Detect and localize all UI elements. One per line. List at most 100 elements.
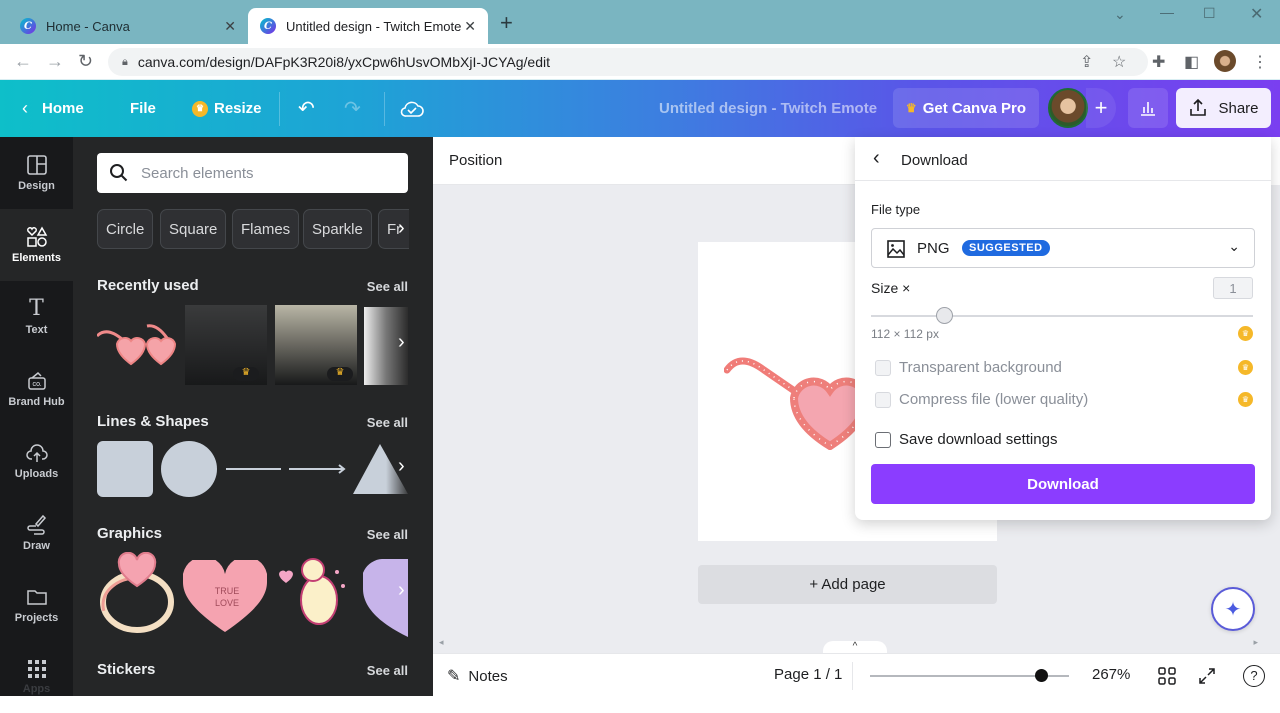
maximize-button[interactable]: ☐ [1203, 5, 1216, 22]
position-button[interactable]: Position [449, 152, 502, 169]
save-download-settings-checkbox[interactable] [875, 432, 891, 448]
chevron-right-icon[interactable]: › [398, 217, 405, 240]
share-button[interactable]: Share [1176, 88, 1271, 128]
browser-tab-design[interactable]: C Untitled design - Twitch Emote ✕ [248, 8, 488, 44]
chevron-right-icon[interactable]: › [398, 331, 405, 354]
profile-avatar[interactable] [1214, 50, 1236, 72]
option-label: Transparent background [899, 359, 1062, 376]
redo-icon[interactable]: ↷ [344, 80, 361, 137]
forward-icon[interactable]: → [46, 51, 64, 72]
search-elements-input[interactable]: Search elements [97, 153, 408, 193]
square-shape[interactable] [97, 441, 153, 497]
heart-sunglasses-element[interactable] [724, 350, 864, 450]
elements-panel: Search elements Circle Square Flames Spa… [73, 137, 433, 696]
scroll-left-arrow[interactable]: ◂ [439, 637, 444, 648]
rail-item-design[interactable]: Design [0, 137, 73, 209]
address-bar[interactable]: 🔒︎ canva.com/design/DAFpK3R20i8/yxCpw6hU… [108, 48, 1148, 76]
extensions-icon[interactable]: ✚ [1152, 52, 1165, 72]
draw-pen-icon [26, 514, 46, 535]
user-avatar[interactable] [1048, 88, 1088, 128]
scroll-right-arrow[interactable]: ▸ [1253, 637, 1258, 648]
size-input[interactable]: 1 [1213, 277, 1253, 299]
undo-icon[interactable]: ↶ [298, 80, 315, 137]
file-type-value: PNG [917, 240, 950, 257]
new-tab-button[interactable]: + [500, 12, 513, 34]
back-chevron-icon[interactable]: ‹ [873, 147, 880, 170]
add-page-button[interactable]: + Add page [698, 565, 997, 604]
rail-label: Elements [12, 252, 61, 264]
get-canva-pro-button[interactable]: ♛ Get Canva Pro [893, 88, 1039, 128]
line-shape[interactable] [226, 468, 281, 470]
notes-button[interactable]: ✎ Notes [447, 666, 508, 686]
compress-file-checkbox[interactable] [875, 392, 891, 408]
zoom-slider-knob[interactable] [1035, 669, 1049, 682]
minimize-button[interactable]: — [1160, 4, 1174, 20]
heart-sunglasses-thumb[interactable] [97, 322, 179, 367]
chip-label: Sparkle [312, 220, 363, 238]
bottom-bar: ✎ Notes Page 1 / 1 267% ? [433, 653, 1280, 696]
see-all-link[interactable]: See all [367, 279, 408, 294]
share-page-icon[interactable]: ⇪ [1080, 52, 1093, 72]
cloud-saved-icon[interactable] [400, 80, 424, 137]
bookmark-star-icon[interactable]: ☆ [1112, 52, 1126, 72]
download-button[interactable]: Download [871, 464, 1255, 504]
browser-tab-home[interactable]: C Home - Canva ✕ [8, 8, 248, 44]
menu-kebab-icon[interactable]: ⋮ [1252, 52, 1268, 72]
crown-icon: ♛ [192, 100, 208, 117]
close-tab-icon[interactable]: ✕ [224, 18, 236, 35]
insights-button[interactable] [1128, 88, 1168, 128]
chevron-right-icon[interactable]: › [398, 579, 405, 602]
tab-search-icon[interactable]: ⌄ [1114, 6, 1126, 23]
chip-label: Square [169, 220, 218, 238]
back-icon[interactable]: ← [14, 51, 32, 72]
browser-tab-strip: C Home - Canva ✕ C Untitled design - Twi… [0, 0, 1280, 44]
rail-item-elements[interactable]: Elements [0, 209, 73, 281]
chip-circle[interactable]: Circle [97, 209, 154, 249]
close-window-button[interactable]: ✕ [1250, 4, 1263, 24]
zoom-slider[interactable] [870, 669, 1069, 682]
close-tab-icon[interactable]: ✕ [464, 18, 476, 35]
zoom-percent[interactable]: 267% [1092, 666, 1130, 683]
page-indicator[interactable]: Page 1 / 1 [774, 666, 842, 683]
arrow-line-shape[interactable] [289, 463, 347, 475]
resize-button[interactable]: ♛ Resize [192, 80, 262, 137]
download-popover: ‹ Download File type PNG SUGGESTED ⌄ Siz… [855, 137, 1271, 520]
chevron-right-icon[interactable]: › [398, 455, 405, 478]
chip-sparkle[interactable]: Sparkle [303, 209, 372, 249]
home-button[interactable]: ‹ Home [22, 80, 84, 137]
file-menu-button[interactable]: File [130, 80, 156, 137]
chip-flames[interactable]: Flames [232, 209, 300, 249]
rail-item-text[interactable]: T Text [0, 281, 73, 353]
size-slider[interactable] [871, 307, 1253, 324]
rail-item-projects[interactable]: Projects [0, 569, 73, 641]
see-all-link[interactable]: See all [367, 415, 408, 430]
size-slider-knob[interactable] [935, 307, 953, 324]
fullscreen-icon[interactable] [1198, 667, 1216, 685]
see-all-link[interactable]: See all [367, 527, 408, 542]
grid-view-icon[interactable] [1158, 667, 1176, 685]
file-type-select[interactable]: PNG SUGGESTED ⌄ [871, 228, 1255, 268]
true-love-heart-graphic[interactable]: TRUE LOVE [183, 560, 267, 634]
size-value: 1 [1229, 280, 1237, 296]
bird-graphic[interactable] [275, 552, 351, 634]
reload-icon[interactable]: ↻ [78, 51, 93, 72]
design-title[interactable]: Untitled design - Twitch Emote [659, 80, 877, 137]
transparent-background-checkbox[interactable] [875, 360, 891, 376]
rail-item-brand-hub[interactable]: CO. Brand Hub [0, 353, 73, 425]
gradient-thumb[interactable]: ♛ [275, 305, 357, 385]
magic-assistant-button[interactable]: ✦ [1211, 587, 1255, 631]
circle-shape[interactable] [161, 441, 217, 497]
heart-ring-graphic[interactable] [99, 552, 175, 634]
see-all-link[interactable]: See all [367, 663, 408, 678]
gradient-thumb[interactable]: ♛ [185, 305, 267, 385]
rail-item-apps[interactable]: Apps [0, 641, 73, 713]
side-panel-icon[interactable]: ◧ [1184, 52, 1199, 72]
apps-grid-icon [27, 660, 46, 678]
pro-crown-icon: ♛ [1238, 360, 1253, 375]
rail-item-uploads[interactable]: Uploads [0, 425, 73, 497]
chip-square[interactable]: Square [160, 209, 227, 249]
help-icon[interactable]: ? [1243, 665, 1265, 687]
rail-item-draw[interactable]: Draw [0, 497, 73, 569]
divider [279, 92, 280, 126]
pro-crown-icon: ♛ [327, 367, 353, 381]
